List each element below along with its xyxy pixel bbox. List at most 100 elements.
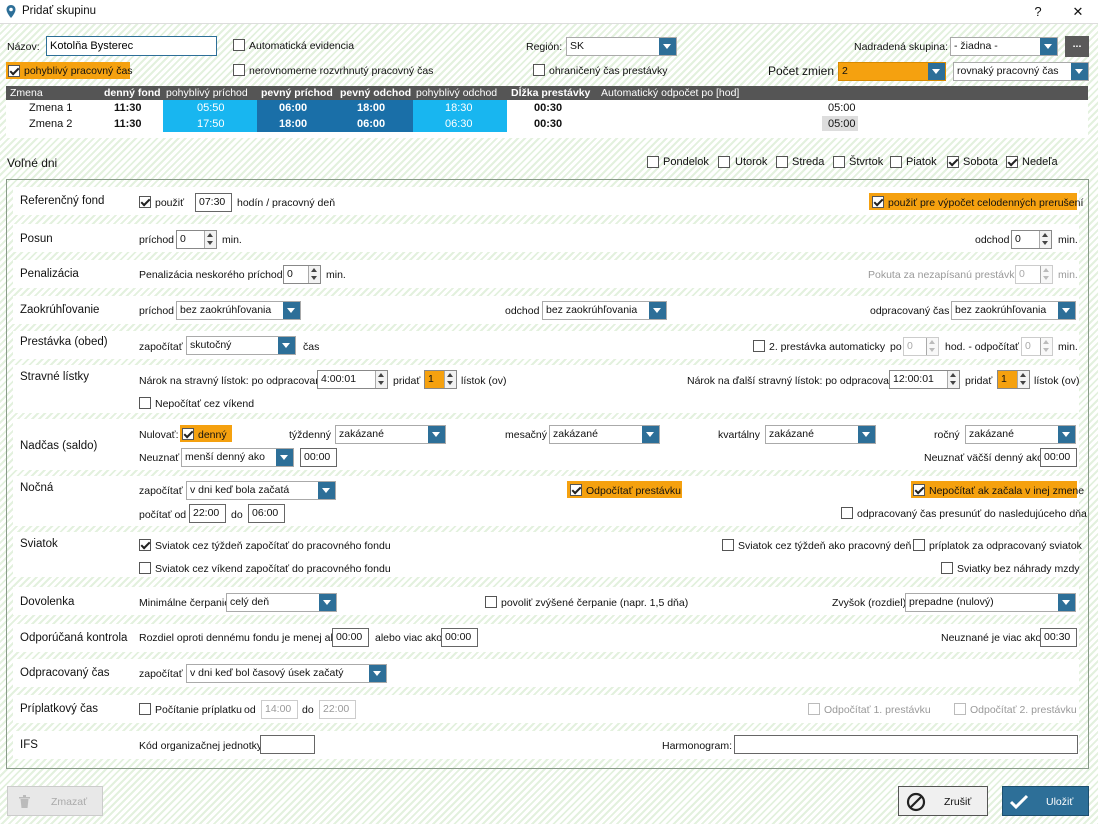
rec-unrecognized-input[interactable]: 00:30 — [1040, 628, 1077, 647]
ifs-title: IFS — [20, 739, 38, 751]
parent-group-select[interactable]: - žiadna - — [950, 37, 1058, 56]
day-thursday-checkbox[interactable] — [833, 156, 845, 168]
day-saturday-checkbox[interactable] — [947, 156, 959, 168]
shift-mode-select[interactable]: rovnaký pracovný čas — [953, 62, 1089, 81]
day-sunday-checkbox[interactable] — [1006, 156, 1018, 168]
overtime-ignore2-time[interactable]: 00:00 — [1040, 448, 1077, 467]
name-input[interactable] — [46, 36, 217, 56]
table-row-break[interactable]: 00:30 — [534, 102, 562, 114]
vacation-min-select[interactable]: celý deň — [226, 593, 337, 612]
auto-evidence-checkbox[interactable] — [233, 39, 245, 51]
harmonogram-input[interactable] — [734, 735, 1078, 754]
night-notcount-checkbox[interactable] — [913, 484, 925, 496]
rec-less-input[interactable]: 00:00 — [332, 628, 369, 647]
ifs-code-input[interactable] — [260, 735, 315, 754]
rounding-worked-select[interactable]: bez zaokrúhľovania — [951, 301, 1076, 320]
bonus-from-input[interactable]: 14:00 — [261, 700, 298, 719]
flexible-time-checkbox[interactable] — [8, 65, 20, 77]
table-row-fixed-out[interactable]: 06:00 — [357, 118, 385, 130]
meal-claim2-spinner[interactable]: 12:00:01 — [889, 370, 960, 389]
table-row-fund[interactable]: 11:30 — [114, 118, 142, 130]
cancel-button[interactable]: Zrušiť — [898, 786, 988, 816]
ref-hours-input[interactable]: 07:30 — [195, 193, 232, 212]
table-row-flex-in[interactable]: 05:50 — [197, 102, 225, 114]
parent-group-label: Nadradená skupina: — [854, 41, 948, 53]
region-label: Región: — [526, 41, 563, 53]
bonus-title: Príplatkový čas — [20, 703, 98, 715]
meal-weekend-checkbox[interactable] — [139, 397, 151, 409]
delete-button[interactable]: Zmazať — [7, 786, 103, 816]
chevron-down-icon — [1040, 38, 1057, 55]
second-break-checkbox[interactable] — [753, 340, 765, 352]
break-count-select[interactable]: skutočný — [186, 336, 296, 355]
table-row-flex-out[interactable]: 18:30 — [445, 102, 473, 114]
help-button[interactable]: ? — [1025, 2, 1051, 22]
break-after-spinner[interactable]: 0 — [903, 337, 939, 356]
worked-time-title: Odpracovaný čas — [20, 667, 110, 679]
holiday-bonus-checkbox[interactable] — [913, 539, 925, 551]
night-deduct-label: Odpočítať prestávku — [586, 485, 681, 497]
day-friday-checkbox[interactable] — [890, 156, 902, 168]
overtime-ignore-select[interactable]: menší denný ako — [181, 448, 294, 467]
overtime-yearly-select[interactable]: zakázané — [965, 425, 1076, 444]
night-from-input[interactable]: 22:00 — [189, 504, 226, 523]
day-tuesday-checkbox[interactable] — [718, 156, 730, 168]
holiday-weekend-fund-checkbox[interactable] — [139, 562, 151, 574]
night-deduct-checkbox[interactable] — [570, 484, 582, 496]
rounding-out-select[interactable]: bez zaokrúhľovania — [542, 301, 667, 320]
save-button[interactable]: Uložiť — [1002, 786, 1089, 816]
bonus-count-checkbox[interactable] — [139, 703, 151, 715]
overtime-ignore2-label: Neuznať väčší denný ako — [924, 452, 1043, 464]
parent-group-more-button[interactable]: ... — [1065, 36, 1089, 57]
uneven-time-checkbox[interactable] — [233, 64, 245, 76]
shifts-count-label: Počet zmien — [768, 64, 835, 78]
vacation-allow-checkbox[interactable] — [485, 596, 497, 608]
overtime-weekly-select[interactable]: zakázané — [335, 425, 446, 444]
table-row-fixed-in[interactable]: 06:00 — [279, 102, 307, 114]
overtime-daily-checkbox[interactable] — [182, 428, 194, 440]
bonus-to-input[interactable]: 22:00 — [319, 700, 356, 719]
day-monday-checkbox[interactable] — [647, 156, 659, 168]
day-wednesday-checkbox[interactable] — [776, 156, 788, 168]
shifts-count-select[interactable]: 2 — [838, 62, 946, 81]
meal-add2-spinner[interactable]: 1 — [997, 370, 1030, 389]
shift-out-spinner[interactable]: 0 — [1011, 230, 1052, 249]
night-move-checkbox[interactable] — [841, 507, 853, 519]
bonus-break2-checkbox[interactable] — [954, 703, 966, 715]
penalty-spinner[interactable]: 0 — [283, 265, 321, 284]
fine-spinner[interactable]: 0 — [1015, 265, 1053, 284]
vacation-rest-select[interactable]: prepadne (nulový) — [905, 593, 1076, 612]
shift-title: Posun — [20, 233, 53, 245]
shift-in-spinner[interactable]: 0 — [176, 230, 217, 249]
table-row-fixed-out[interactable]: 18:00 — [357, 102, 385, 114]
table-row-break[interactable]: 00:30 — [534, 118, 562, 130]
overtime-monthly-select[interactable]: zakázané — [549, 425, 660, 444]
bonus-break1-checkbox[interactable] — [808, 703, 820, 715]
table-row-fixed-in[interactable]: 18:00 — [279, 118, 307, 130]
limited-break-checkbox[interactable] — [533, 64, 545, 76]
holiday-nopay-checkbox[interactable] — [941, 562, 953, 574]
meal-add-spinner[interactable]: 1 — [424, 370, 457, 389]
ref-use-checkbox[interactable] — [139, 196, 151, 208]
ref-full-checkbox[interactable] — [872, 196, 884, 208]
night-to-input[interactable]: 06:00 — [248, 504, 285, 523]
table-row-fund[interactable]: 11:30 — [114, 102, 142, 114]
overtime-ignore-time[interactable]: 00:00 — [300, 448, 337, 467]
rounding-in-select[interactable]: bez zaokrúhľovania — [176, 301, 301, 320]
holiday-workday-checkbox[interactable] — [722, 539, 734, 551]
night-count-select[interactable]: v dni keď bola začatá — [186, 481, 336, 500]
holiday-weekday-fund-checkbox[interactable] — [139, 539, 151, 551]
table-row-flex-in[interactable]: 17:50 — [197, 118, 225, 130]
shift-table: Zmena denný fond pohyblivý príchod pevný… — [6, 86, 1088, 138]
worked-count-select[interactable]: v dni keď bol časový úsek začatý — [186, 664, 387, 683]
meal-claim-spinner[interactable]: 4:00:01 — [317, 370, 388, 389]
table-row-flex-out[interactable]: 06:30 — [445, 118, 473, 130]
rec-more-input[interactable]: 00:00 — [441, 628, 478, 647]
close-button[interactable]: ✕ — [1065, 2, 1091, 22]
region-select[interactable]: SK — [566, 37, 677, 56]
table-row-auto[interactable]: 05:00 — [828, 102, 856, 114]
overtime-quarterly-select[interactable]: zakázané — [765, 425, 876, 444]
holiday-workday-label: Sviatok cez týždeň ako pracovný deň — [738, 540, 912, 552]
break-deduct-spinner[interactable]: 0 — [1021, 337, 1053, 356]
free-days-label: Voľné dni — [7, 156, 58, 170]
